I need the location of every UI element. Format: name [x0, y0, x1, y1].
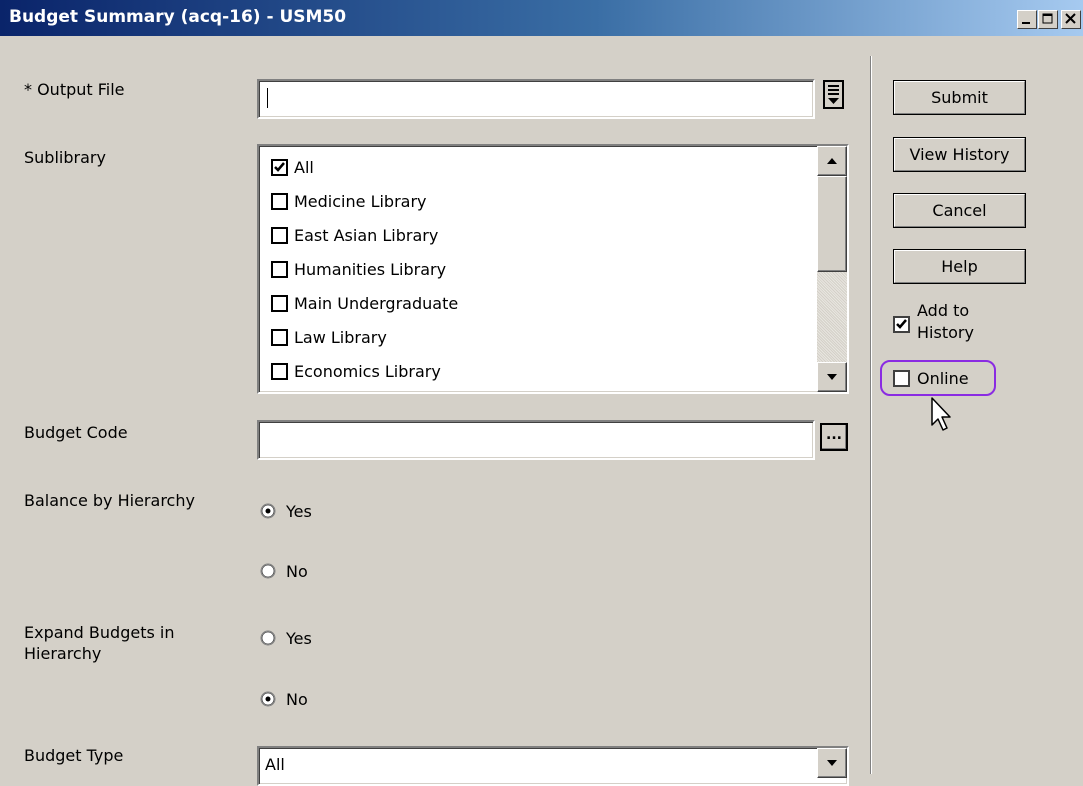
- minimize-button[interactable]: [1017, 10, 1037, 29]
- balance-no-radio[interactable]: [260, 563, 276, 579]
- list-item-label: All: [294, 158, 314, 177]
- radio-empty-icon: [260, 630, 276, 646]
- scroll-down-button[interactable]: [817, 362, 847, 392]
- radio-selected-icon: [260, 691, 276, 707]
- budget-type-select[interactable]: All: [257, 746, 849, 786]
- scrollbar[interactable]: [817, 146, 847, 392]
- title-bar: Budget Summary (acq-16) - USM50: [0, 0, 1083, 36]
- online-label: Online: [917, 369, 969, 388]
- close-icon: [1065, 13, 1076, 24]
- expand-yes-label: Yes: [286, 629, 312, 648]
- budget-code-browse-button[interactable]: ...: [820, 423, 848, 451]
- checkbox-main-undergraduate[interactable]: [271, 295, 288, 312]
- online-checkbox[interactable]: [893, 370, 910, 387]
- balance-yes-label: Yes: [286, 502, 312, 521]
- balance-yes-radio[interactable]: [260, 503, 276, 519]
- add-to-history-label-line2: History: [917, 323, 974, 342]
- list-item-label: Main Undergraduate: [294, 294, 459, 313]
- window-title: Budget Summary (acq-16) - USM50: [9, 7, 347, 27]
- chevron-down-icon: [827, 760, 837, 766]
- list-item-label: Law Library: [294, 328, 387, 347]
- balance-no-label: No: [286, 562, 308, 581]
- expand-no-radio[interactable]: [260, 691, 276, 707]
- budget-type-value: All: [265, 755, 285, 774]
- mouse-cursor: [931, 397, 955, 437]
- list-item-label: Humanities Library: [294, 260, 447, 279]
- output-file-label: * Output File: [24, 80, 125, 99]
- balance-by-hierarchy-label: Balance by Hierarchy: [24, 491, 195, 510]
- checkbox-economics[interactable]: [271, 363, 288, 380]
- budget-code-input[interactable]: [257, 420, 815, 460]
- checkbox-medicine[interactable]: [271, 193, 288, 210]
- text-caret: [267, 88, 268, 108]
- cancel-button[interactable]: Cancel: [893, 193, 1026, 228]
- checkbox-east-asian[interactable]: [271, 227, 288, 244]
- help-label: Help: [894, 250, 1025, 283]
- output-file-input[interactable]: [257, 79, 815, 119]
- expand-no-label: No: [286, 690, 308, 709]
- ellipsis-icon: ...: [826, 427, 842, 443]
- sublibrary-label: Sublibrary: [24, 148, 106, 167]
- help-button[interactable]: Help: [893, 249, 1026, 284]
- list-item-label: Medicine Library: [294, 192, 427, 211]
- view-history-label: View History: [894, 138, 1025, 171]
- scroll-up-button[interactable]: [817, 146, 847, 176]
- checkmark-icon: [896, 319, 907, 329]
- file-browse-button[interactable]: [823, 80, 845, 110]
- cancel-label: Cancel: [894, 194, 1025, 227]
- radio-empty-icon: [260, 563, 276, 579]
- sublibrary-list[interactable]: All Medicine Library East Asian Library …: [257, 144, 849, 394]
- submit-button[interactable]: Submit: [893, 80, 1026, 115]
- checkbox-law[interactable]: [271, 329, 288, 346]
- list-item-label: Economics Library: [294, 362, 441, 381]
- view-history-button[interactable]: View History: [893, 137, 1026, 172]
- arrow-down-icon: [827, 374, 837, 380]
- maximize-icon: [1042, 13, 1053, 24]
- submit-label: Submit: [894, 81, 1025, 114]
- list-item-label: East Asian Library: [294, 226, 439, 245]
- checkmark-icon: [274, 162, 285, 172]
- expand-budgets-label: Expand Budgets in Hierarchy: [24, 623, 175, 663]
- file-dropdown-icon: [823, 80, 844, 109]
- budget-code-label: Budget Code: [24, 423, 128, 442]
- scroll-thumb[interactable]: [817, 176, 847, 272]
- expand-yes-radio[interactable]: [260, 630, 276, 646]
- add-to-history-checkbox[interactable]: [893, 316, 910, 333]
- pointer-cursor-icon: [931, 397, 951, 431]
- minimize-icon: [1022, 22, 1030, 24]
- radio-selected-icon: [260, 503, 276, 519]
- add-to-history-label-line1: Add to: [917, 301, 970, 320]
- budget-type-label: Budget Type: [24, 746, 124, 765]
- checkbox-all[interactable]: [271, 159, 288, 176]
- checkbox-humanities[interactable]: [271, 261, 288, 278]
- maximize-button[interactable]: [1038, 10, 1058, 29]
- panel-separator-highlight: [871, 56, 872, 774]
- close-button[interactable]: [1061, 10, 1081, 29]
- arrow-up-icon: [827, 158, 837, 164]
